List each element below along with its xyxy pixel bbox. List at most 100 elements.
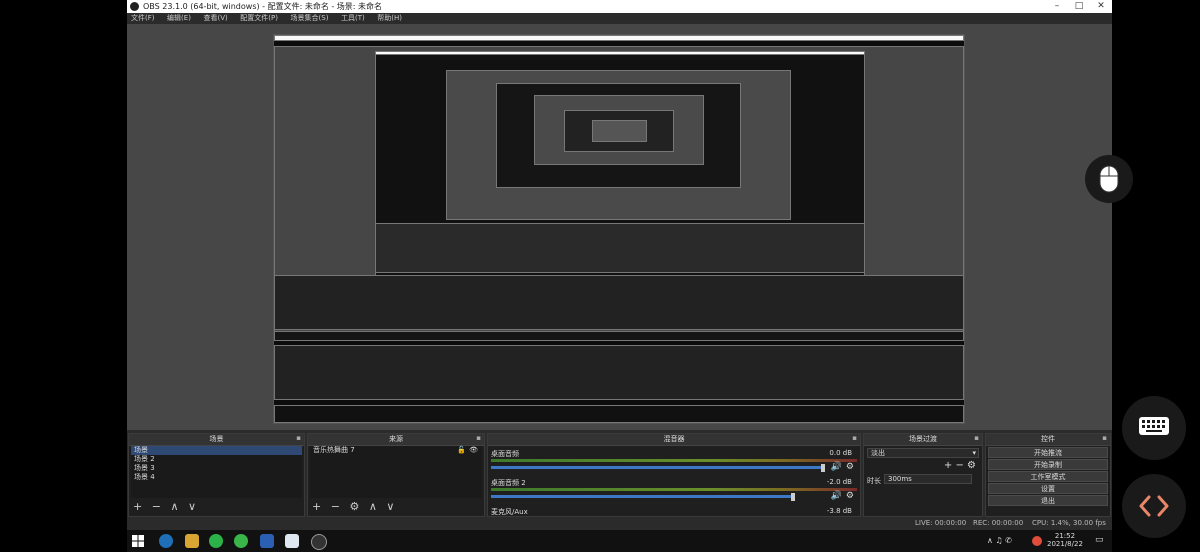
word-icon[interactable] xyxy=(260,534,274,548)
scenes-dock: 场景 ▪ 场景 场景 2 场景 3 场景 4 + − ∧ ∨ xyxy=(128,433,305,517)
exit-button[interactable]: 退出 xyxy=(988,495,1108,506)
volume-slider[interactable] xyxy=(491,466,821,469)
scene-item[interactable]: 场景 2 xyxy=(131,455,302,464)
studio-mode-button[interactable]: 工作室模式 xyxy=(988,471,1108,482)
move-down-button[interactable]: ∨ xyxy=(386,500,394,513)
obs-logo-icon xyxy=(130,2,139,11)
window-title: OBS 23.1.0 (64-bit, windows) - 配置文件: 未命名… xyxy=(143,2,383,11)
taskbar-clock[interactable]: 21:52 2021/8/22 xyxy=(1047,532,1083,548)
move-down-button[interactable]: ∨ xyxy=(188,500,196,513)
scene-transitions-dock: 场景过渡 ▪ 淡出 ▾ + − ⚙ 时长 300ms xyxy=(863,433,983,517)
speaker-icon[interactable]: 🔊 xyxy=(831,462,842,472)
status-bar: LIVE: 00:00:00 REC: 00:00:00 CPU: 1.4%, … xyxy=(127,517,1112,530)
add-scene-button[interactable]: + xyxy=(133,500,142,513)
rec-time: REC: 00:00:00 xyxy=(973,519,1024,527)
gear-icon[interactable]: ⚙ xyxy=(967,460,976,471)
code-brackets-icon xyxy=(1139,495,1169,517)
keyboard-icon xyxy=(1139,417,1169,435)
source-item[interactable]: 音乐热舞曲 7 👁 🔓 xyxy=(310,446,482,455)
taskbar-date: 2021/8/22 xyxy=(1047,540,1083,548)
menu-bar: 文件(F) 编辑(E) 查看(V) 配置文件(P) 场景集合(S) 工具(T) … xyxy=(127,13,1112,24)
file-explorer-icon[interactable] xyxy=(185,534,199,548)
volume-slider-handle[interactable] xyxy=(821,464,825,472)
remove-scene-button[interactable]: − xyxy=(152,500,161,513)
app-icon[interactable] xyxy=(234,534,248,548)
channel-db: 0.0 dB xyxy=(829,449,852,457)
scenes-dock-title: 场景 xyxy=(129,434,304,446)
sources-toolbar: + − ⚙ ∧ ∨ xyxy=(312,500,400,514)
scenes-toolbar: + − ∧ ∨ xyxy=(133,500,202,514)
wechat-icon[interactable] xyxy=(209,534,223,548)
channel-db: -3.8 dB xyxy=(826,507,852,515)
notification-icon[interactable]: ▭ xyxy=(1095,535,1104,545)
app-window-icon[interactable] xyxy=(285,534,299,548)
menu-tools[interactable]: 工具(T) xyxy=(341,13,365,24)
volume-slider-handle[interactable] xyxy=(791,493,795,501)
close-icon[interactable]: ▪ xyxy=(974,434,979,442)
obs-taskbar-icon[interactable] xyxy=(311,534,327,550)
menu-scene-collection[interactable]: 场景集合(S) xyxy=(291,13,329,24)
source-label: 音乐热舞曲 7 xyxy=(313,446,355,454)
menu-profile[interactable]: 配置文件(P) xyxy=(240,13,278,24)
source-properties-button[interactable]: ⚙ xyxy=(349,500,359,513)
move-up-button[interactable]: ∧ xyxy=(170,500,178,513)
close-button[interactable]: ✕ xyxy=(1090,0,1112,13)
keyboard-button[interactable] xyxy=(1122,396,1186,460)
menu-edit[interactable]: 编辑(E) xyxy=(167,13,191,24)
add-transition-button[interactable]: + xyxy=(944,460,952,471)
mixer-dock-title: 混音器 xyxy=(488,434,860,446)
controls-dock-title: 控件 xyxy=(986,434,1110,446)
gear-icon[interactable]: ⚙ xyxy=(846,491,854,501)
start-recording-button[interactable]: 开始录制 xyxy=(988,459,1108,470)
volume-meter xyxy=(491,459,857,462)
edge-icon[interactable] xyxy=(159,534,173,548)
tray-app-icon[interactable] xyxy=(1032,536,1042,546)
cpu-status: CPU: 1.4%, 30.00 fps xyxy=(1032,519,1106,527)
live-time: LIVE: 00:00:00 xyxy=(915,519,967,527)
menu-view[interactable]: 查看(V) xyxy=(203,13,227,24)
mouse-mode-button[interactable] xyxy=(1085,155,1133,203)
controls-dock: 控件 ▪ 开始推流 开始录制 工作室模式 设置 退出 xyxy=(985,433,1111,517)
gear-icon[interactable]: ⚙ xyxy=(846,462,854,472)
transition-selected-value: 淡出 xyxy=(871,449,885,457)
move-up-button[interactable]: ∧ xyxy=(369,500,377,513)
duration-input[interactable]: 300ms xyxy=(884,474,972,484)
channel-name: 麦克风/Aux xyxy=(491,508,528,516)
taskbar-time: 21:52 xyxy=(1054,532,1076,540)
windows-taskbar: ∧ ♫ ✆ 21:52 2021/8/22 ▭ xyxy=(127,530,1112,552)
code-toggle-button[interactable] xyxy=(1122,474,1186,538)
maximize-button[interactable]: □ xyxy=(1068,0,1090,13)
obs-window: OBS 23.1.0 (64-bit, windows) - 配置文件: 未命名… xyxy=(127,0,1112,530)
scene-item[interactable]: 场景 3 xyxy=(131,464,302,473)
mouse-icon xyxy=(1099,165,1119,193)
audio-mixer-dock: 混音器 ▪ 桌面音频 0.0 dB 🔊 ⚙ 桌面音频 2 -2.0 dB 🔊 ⚙… xyxy=(487,433,861,517)
settings-button[interactable]: 设置 xyxy=(988,483,1108,494)
preview-canvas[interactable] xyxy=(127,24,1112,430)
nested-capture-image xyxy=(273,34,965,424)
sources-dock: 来源 ▪ 音乐热舞曲 7 👁 🔓 + − ⚙ ∧ ∨ xyxy=(307,433,485,517)
volume-slider[interactable] xyxy=(491,495,791,498)
close-icon[interactable]: ▪ xyxy=(1102,434,1107,442)
minimize-button[interactable]: – xyxy=(1046,0,1068,13)
speaker-icon[interactable]: 🔊 xyxy=(831,491,842,501)
sources-dock-title: 来源 xyxy=(308,434,484,446)
tray-icons[interactable]: ∧ ♫ ✆ xyxy=(987,536,1012,545)
lock-icon[interactable]: 🔓 xyxy=(457,446,466,455)
menu-help[interactable]: 帮助(H) xyxy=(377,13,402,24)
remove-transition-button[interactable]: − xyxy=(955,460,963,471)
eye-icon[interactable]: 👁 xyxy=(469,446,478,455)
transition-toolbar: + − ⚙ xyxy=(944,460,976,471)
close-icon[interactable]: ▪ xyxy=(852,434,857,442)
add-source-button[interactable]: + xyxy=(312,500,321,513)
remove-source-button[interactable]: − xyxy=(331,500,340,513)
scene-item[interactable]: 场景 xyxy=(131,446,302,455)
close-icon[interactable]: ▪ xyxy=(296,434,301,442)
transition-select[interactable]: 淡出 ▾ xyxy=(867,448,979,458)
windows-start-icon[interactable] xyxy=(131,534,145,548)
menu-file[interactable]: 文件(F) xyxy=(131,13,155,24)
title-bar: OBS 23.1.0 (64-bit, windows) - 配置文件: 未命名… xyxy=(127,0,1112,13)
transitions-dock-title: 场景过渡 xyxy=(864,434,982,446)
scene-item[interactable]: 场景 4 xyxy=(131,473,302,482)
close-icon[interactable]: ▪ xyxy=(476,434,481,442)
start-streaming-button[interactable]: 开始推流 xyxy=(988,447,1108,458)
